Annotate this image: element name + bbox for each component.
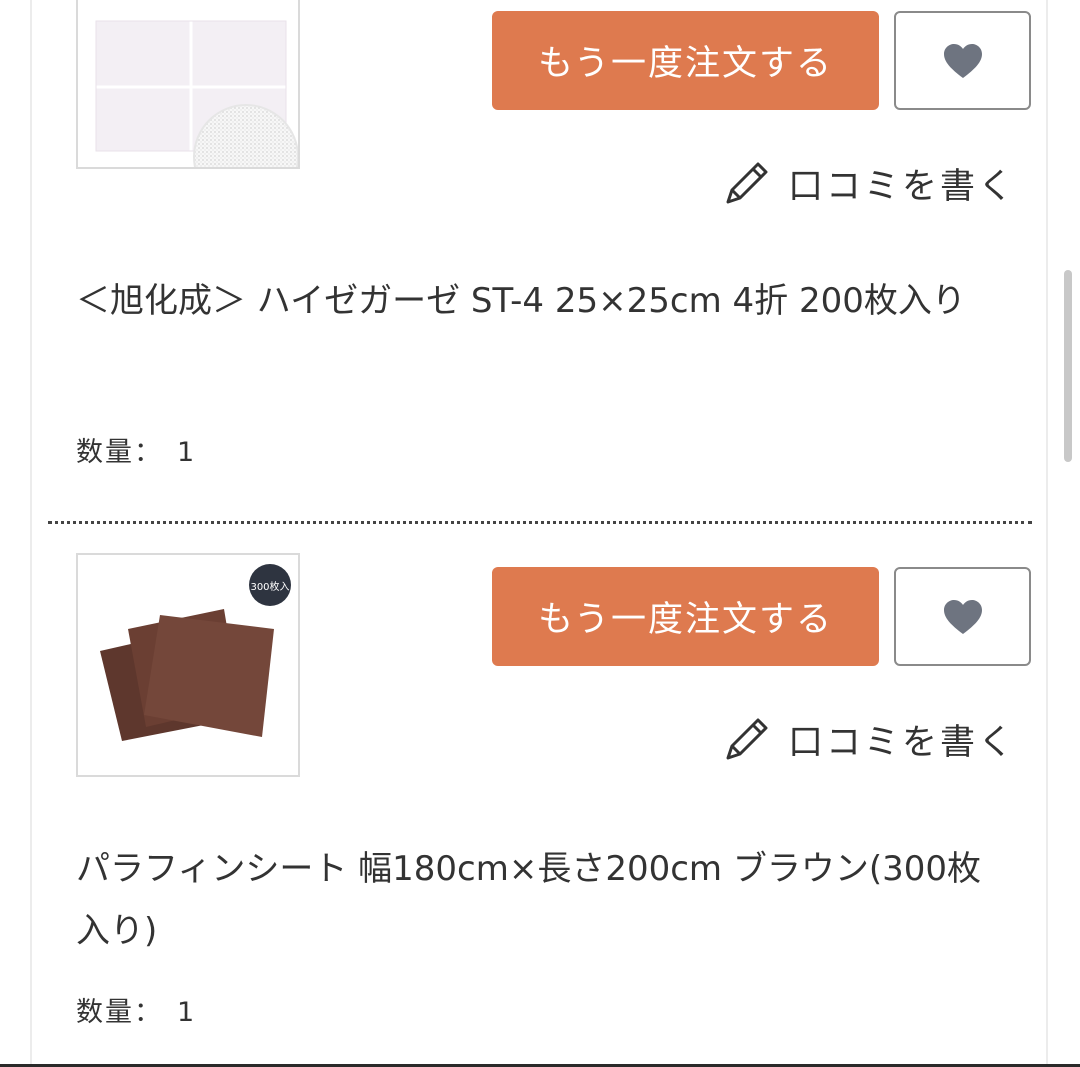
paraffin-sheet-image: 300枚入 — [100, 564, 291, 741]
reorder-button[interactable]: もう一度注文する — [492, 11, 879, 110]
order-item: もう一度注文する 口コミを書く ＜旭化成＞ ハイゼガーゼ ST-4 25×25c… — [0, 0, 1080, 525]
quantity-label: 数量： — [76, 437, 163, 468]
pencil-icon — [726, 718, 768, 760]
quantity: 数量： 1 — [76, 990, 194, 1029]
product-thumbnail[interactable] — [76, 0, 300, 169]
gauze-sheet-image — [95, 20, 298, 167]
write-review-label: 口コミを書く — [788, 722, 1017, 763]
reorder-button-label: もう一度注文する — [538, 600, 833, 640]
order-item: 300枚入 もう一度注文する 口コミを書く パラフィンシート 幅180cm×長さ… — [0, 553, 1080, 1067]
heart-icon — [943, 599, 982, 634]
write-review-link[interactable]: 口コミを書く — [722, 153, 1016, 213]
favorite-button[interactable] — [894, 567, 1031, 666]
product-name[interactable]: パラフィンシート 幅180cm×長さ200cm ブラウン(300枚入り) — [76, 838, 996, 962]
quantity-badge: 300枚入 — [250, 580, 289, 593]
heart-icon — [943, 43, 982, 78]
write-review-link[interactable]: 口コミを書く — [722, 709, 1016, 769]
write-review-label: 口コミを書く — [788, 166, 1017, 207]
pencil-icon — [726, 162, 768, 204]
quantity-value: 1 — [177, 997, 195, 1028]
scrollbar[interactable] — [1060, 0, 1076, 1067]
quantity-value: 1 — [177, 437, 195, 468]
product-name[interactable]: ＜旭化成＞ ハイゼガーゼ ST-4 25×25cm 4折 200枚入り — [76, 270, 996, 332]
reorder-button-label: もう一度注文する — [538, 44, 833, 84]
item-divider — [48, 521, 1032, 524]
favorite-button[interactable] — [894, 11, 1031, 110]
scrollbar-thumb[interactable] — [1064, 270, 1072, 462]
product-thumbnail[interactable]: 300枚入 — [76, 553, 300, 777]
quantity: 数量： 1 — [76, 430, 194, 469]
reorder-button[interactable]: もう一度注文する — [492, 567, 879, 666]
quantity-label: 数量： — [76, 997, 163, 1028]
